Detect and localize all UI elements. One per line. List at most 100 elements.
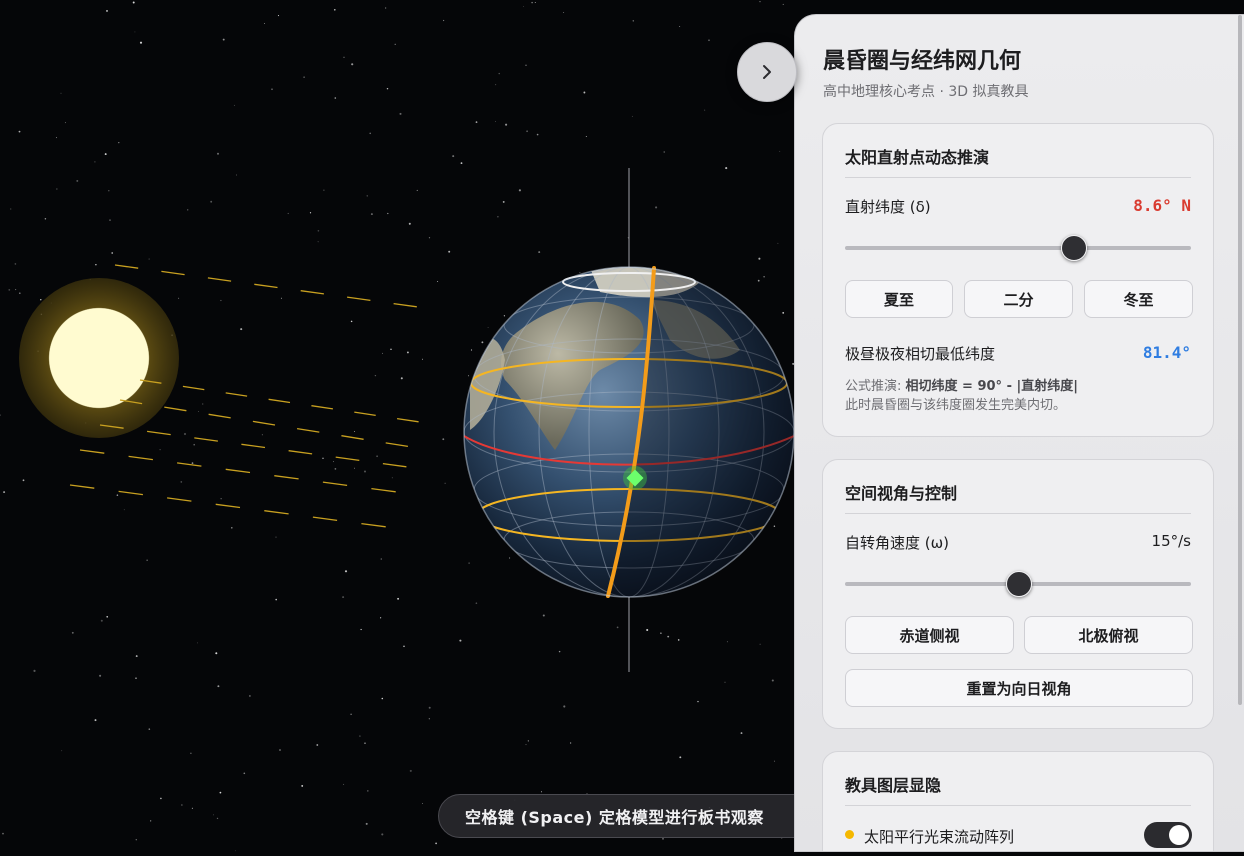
star (435, 842, 437, 845)
star (782, 312, 785, 314)
north-pole-view-button[interactable]: 北极俯视 (1024, 616, 1193, 654)
star (180, 481, 183, 483)
rotation-speed-slider-handle[interactable] (1006, 571, 1032, 597)
toggle-knob (1169, 825, 1189, 845)
star (428, 706, 431, 709)
star (406, 351, 409, 354)
star (381, 697, 384, 700)
star (563, 705, 566, 708)
star (498, 72, 500, 75)
light-beam-segment (207, 277, 232, 282)
collapse-panel-button[interactable] (737, 42, 797, 102)
light-beam-segment (288, 450, 313, 455)
keyboard-hint-text: 空格键 (Space) 定格模型进行板书观察 (465, 808, 764, 827)
star (487, 326, 489, 328)
light-beam-segment (254, 283, 278, 289)
sun (19, 278, 179, 438)
star (240, 328, 243, 331)
star (585, 136, 587, 137)
star (2, 832, 4, 835)
reset-view-button[interactable]: 重置为向日视角 (845, 669, 1193, 707)
star (518, 189, 521, 192)
star (366, 790, 369, 792)
light-beam-segment (322, 481, 348, 487)
star (399, 112, 402, 115)
light-beam-segment (397, 417, 419, 423)
star (190, 752, 192, 755)
star (409, 769, 412, 772)
star (33, 669, 36, 672)
declination-slider-handle[interactable] (1061, 235, 1088, 261)
earth-globe[interactable] (463, 260, 800, 600)
star (18, 130, 21, 133)
star (150, 820, 152, 822)
light-beam-segment (208, 413, 231, 419)
star (502, 200, 505, 203)
star (277, 15, 280, 17)
star (773, 760, 776, 762)
star (422, 803, 423, 804)
light-beam-segment (311, 405, 333, 410)
star (359, 735, 361, 737)
winter-solstice-button[interactable]: 冬至 (1084, 280, 1193, 318)
star (235, 850, 237, 852)
sun-card-title: 太阳直射点动态推演 (845, 148, 990, 167)
star (758, 257, 761, 260)
star (160, 797, 162, 800)
declination-label: 直射纬度 (δ) (845, 198, 931, 216)
formula-prefix: 公式推演: (845, 379, 906, 394)
star (351, 63, 354, 66)
star (616, 626, 619, 629)
star (116, 494, 119, 496)
star (40, 299, 42, 301)
light-beam-segment (225, 392, 248, 397)
star (100, 619, 103, 622)
star (197, 642, 198, 644)
star (679, 26, 681, 27)
light-beam-segment (296, 427, 320, 433)
star (104, 153, 107, 156)
summer-solstice-button[interactable]: 夏至 (845, 280, 953, 318)
star (210, 200, 213, 203)
star (0, 414, 1, 416)
rotation-speed-label: 自转角速度 (ω) (845, 534, 950, 552)
light-beam-segment (274, 475, 299, 480)
light-beam-segment (361, 522, 386, 528)
light-beam-segment (177, 462, 202, 467)
light-beam-segment (382, 462, 407, 468)
star (400, 377, 403, 380)
star (444, 482, 446, 484)
star (363, 470, 367, 473)
star (677, 639, 680, 641)
star (334, 468, 337, 470)
star (381, 833, 384, 836)
panel-scrollbar[interactable] (1238, 15, 1242, 705)
star (771, 679, 774, 682)
star (497, 216, 499, 218)
min-latitude-label: 极昼极夜相切最低纬度 (845, 345, 996, 363)
star (106, 615, 109, 618)
star (220, 498, 222, 500)
star (660, 632, 662, 634)
declination-slider[interactable] (845, 235, 1191, 261)
star (534, 1, 536, 4)
divider (845, 805, 1191, 806)
star (387, 212, 389, 215)
sunlight-beams-toggle[interactable] (1144, 822, 1192, 848)
star (118, 142, 120, 144)
star (536, 133, 539, 136)
star (509, 557, 511, 559)
star (380, 617, 382, 619)
rotation-speed-slider[interactable] (845, 571, 1191, 597)
light-beam-segment (79, 449, 105, 454)
light-beam-segment (300, 290, 324, 295)
light-beam-segment (371, 487, 396, 493)
star (724, 681, 726, 683)
equinox-button[interactable]: 二分 (964, 280, 1073, 318)
star (231, 527, 233, 529)
star (135, 655, 138, 658)
star (279, 749, 281, 751)
equator-side-view-button[interactable]: 赤道侧视 (845, 616, 1014, 654)
star (343, 56, 345, 58)
light-beam-segment (128, 455, 153, 461)
